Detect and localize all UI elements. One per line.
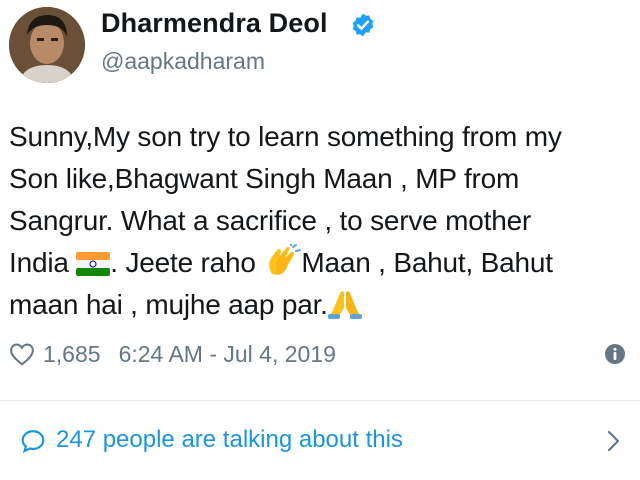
tweet-meta: 1,685 6:24 AM - Jul 4, 2019: [9, 337, 336, 371]
tweet-line: India . Jeete raho Maan , Bahut, Bahut: [9, 242, 629, 284]
tweet-line: Sangrur. What a sacrifice , to serve mot…: [9, 205, 532, 236]
tweet-line: Son like,Bhagwant Singh Maan , MP from: [9, 163, 520, 194]
info-icon[interactable]: [604, 343, 626, 365]
reply-bubble-icon: [21, 430, 45, 453]
tweet-timestamp[interactable]: 6:24 AM - Jul 4, 2019: [119, 341, 336, 368]
conversation-link[interactable]: 247 people are talking about this: [0, 401, 640, 480]
folded-hands-icon: [327, 291, 362, 319]
user-handle[interactable]: @aapkadharam: [101, 48, 265, 75]
like-count[interactable]: 1,685: [43, 341, 101, 368]
clapping-hands-icon: [269, 244, 302, 275]
tweet-line: maan hai , mujhe aap par.: [9, 284, 629, 326]
avatar[interactable]: [9, 7, 85, 83]
tweet-text-segment: Maan , Bahut, Bahut: [301, 247, 553, 278]
display-name[interactable]: Dharmendra Deol: [101, 8, 328, 39]
india-flag-icon: [76, 252, 111, 276]
tweet-text: Sunny,My son try to learn something from…: [9, 116, 629, 326]
tweet-text-segment: India: [9, 247, 77, 278]
tweet-line: Sunny,My son try to learn something from…: [9, 121, 562, 152]
tweet-text-segment: . Jeete raho: [110, 247, 264, 278]
heart-icon[interactable]: [9, 342, 35, 366]
verified-badge-icon: [352, 13, 374, 37]
chevron-right-icon[interactable]: [606, 429, 622, 453]
tweet-text-segment: maan hai , mujhe aap par.: [9, 289, 328, 320]
conversation-label[interactable]: 247 people are talking about this: [56, 426, 403, 454]
